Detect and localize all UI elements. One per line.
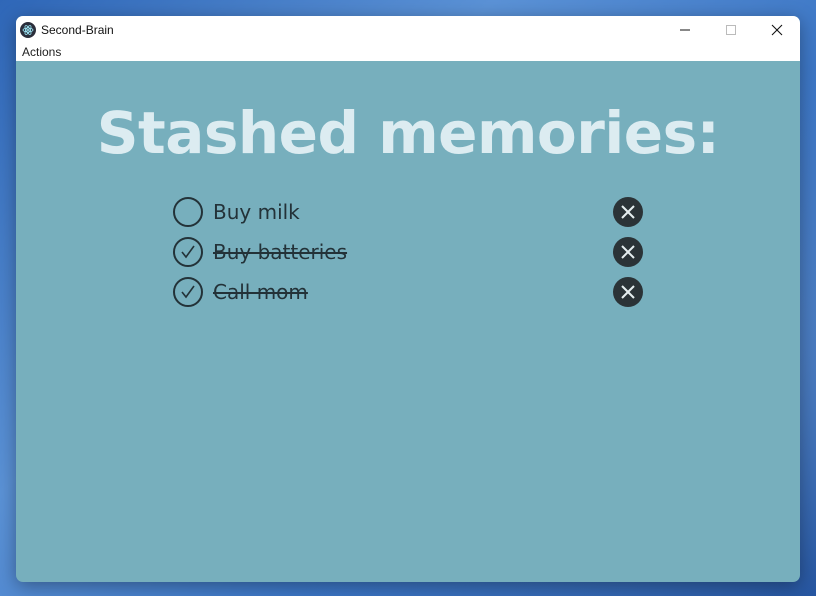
menu-bar: Actions	[16, 43, 800, 61]
app-window: Second-Brain Actions Stashed memories: B…	[16, 16, 800, 582]
close-icon	[771, 24, 783, 35]
todo-text: Buy milk	[213, 200, 300, 224]
main-content: Stashed memories: Buy milk Buy batteries	[16, 61, 800, 582]
circle-icon[interactable]	[173, 197, 203, 227]
delete-button[interactable]	[613, 197, 643, 227]
page-title: Stashed memories:	[96, 99, 720, 167]
minimize-icon	[680, 29, 690, 30]
close-circle-icon	[621, 285, 635, 299]
electron-icon	[20, 21, 36, 38]
window-title: Second-Brain	[41, 22, 114, 37]
menu-actions[interactable]: Actions	[16, 45, 67, 59]
close-button[interactable]	[754, 16, 800, 43]
delete-button[interactable]	[613, 237, 643, 267]
close-circle-icon	[621, 245, 635, 259]
todo-list: Buy milk Buy batteries Call mom	[173, 192, 643, 312]
maximize-button[interactable]	[708, 16, 754, 43]
window-controls	[662, 16, 800, 43]
todo-item: Call mom	[173, 272, 643, 312]
todo-item: Buy milk	[173, 192, 643, 232]
checkmark-circle-icon[interactable]	[173, 237, 203, 267]
checkmark-circle-icon[interactable]	[173, 277, 203, 307]
close-circle-icon	[621, 205, 635, 219]
maximize-icon	[726, 24, 736, 35]
title-bar[interactable]: Second-Brain	[16, 16, 800, 43]
minimize-button[interactable]	[662, 16, 708, 43]
todo-text: Call mom	[213, 280, 308, 304]
todo-text: Buy batteries	[213, 240, 348, 264]
delete-button[interactable]	[613, 277, 643, 307]
todo-item: Buy batteries	[173, 232, 643, 272]
